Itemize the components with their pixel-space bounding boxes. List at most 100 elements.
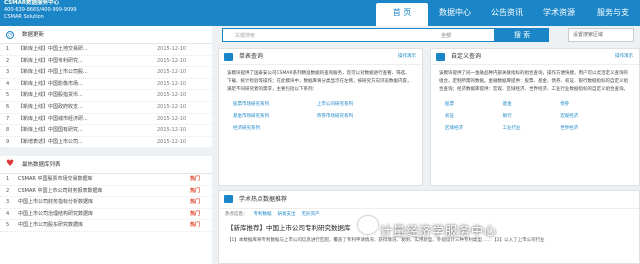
item-date: 2015-12-10 xyxy=(157,138,187,145)
logo-title: CSMAR数据服务中心 xyxy=(4,0,60,6)
wechat-icon xyxy=(358,216,378,234)
item-number: 5 xyxy=(6,92,10,99)
item-number: 1 xyxy=(6,46,10,52)
latest-header: ♥ 最热数据库列表 xyxy=(0,156,212,175)
link-listed-company-series[interactable]: 上市公司研究系列 xyxy=(317,99,401,111)
link-economy-series[interactable]: 经济研究系列 xyxy=(233,123,317,135)
list-item[interactable]: 3 中国上市公司财务指标分析数据库 热门 xyxy=(0,197,212,209)
list-item[interactable]: 1 【新库上线】中国土地交易研... 2015-12-10 xyxy=(0,44,212,56)
nav-academic[interactable]: 学术资源 xyxy=(534,3,584,26)
search-button[interactable]: 搜 索 xyxy=(495,28,549,42)
list-item[interactable]: 7 【新库上线】中国城市经济研... 2015-12-10 xyxy=(0,114,212,126)
item-number: 1 xyxy=(6,176,10,183)
item-date: 2015-12-10 xyxy=(157,80,187,87)
item-title[interactable]: 中国上市公司财务指标分析数据库 xyxy=(18,197,93,209)
link-regional[interactable]: 区域经济 xyxy=(445,123,503,135)
list-item[interactable]: 3 【新库上线】中国上市公司股... 2015-12-10 xyxy=(0,67,212,79)
single-demo-link[interactable]: 操作演示 xyxy=(398,49,416,65)
list-item[interactable]: 5 中国上市公司股东研究数据库 热门 xyxy=(0,220,212,232)
updates-title: 数据更新 xyxy=(22,32,45,38)
item-date: 2015-12-10 xyxy=(157,92,187,99)
hot-tag[interactable]: 专利数据 xyxy=(254,212,272,217)
hot-tag[interactable]: 无形资产 xyxy=(302,212,320,217)
single-query-header: 单表查询 操作演示 xyxy=(219,49,422,65)
item-number: 3 xyxy=(6,69,10,76)
search-scope-select[interactable]: 全部 xyxy=(441,32,451,39)
list-item[interactable]: 6 【新库上线】中国政府收支... 2015-12-10 xyxy=(0,102,212,114)
item-title[interactable]: CSMAR 中国股票市场交易数据库 xyxy=(18,174,92,186)
item-number: 9 xyxy=(6,138,10,145)
link-stock-series[interactable]: 股票市场研究系列 xyxy=(233,99,317,111)
search-input[interactable]: 关键搜索 全部 xyxy=(222,28,495,42)
hot-badge: 热门 xyxy=(190,176,201,183)
left-panel: ◷ 数据更新 1 【新库上线】中国土地交易研... 2015-12-10 2 【新库上… xyxy=(0,26,212,264)
latest-list: 1 CSMAR 中国股票市场交易数据库 热门 2 CSMAR 中国上市公司财务报表数据… xyxy=(0,174,212,232)
list-item[interactable]: 4 中国上市公司治理结构研究数据库 热门 xyxy=(0,209,212,221)
item-title[interactable]: CSMAR 中国上市公司财务报表数据库 xyxy=(18,186,102,198)
custom-demo-link[interactable]: 操作演示 xyxy=(615,49,633,65)
link-industry[interactable]: 工业行业 xyxy=(503,123,561,135)
list-item[interactable]: 5 【新库上线】中国股指货币... 2015-12-10 xyxy=(0,90,212,102)
link-macro[interactable]: 宏观经济 xyxy=(560,111,618,123)
updates-header: ◷ 数据更新 xyxy=(0,26,212,44)
item-date: 2015-12-10 xyxy=(157,127,187,134)
list-item[interactable]: 4 【新库上线】中国影像市场... 2015-12-10 xyxy=(0,79,212,91)
list-item[interactable]: 8 【新库上线】中国国有研究... 2015-12-10 xyxy=(0,125,212,137)
link-world[interactable]: 世界经济 xyxy=(560,123,618,135)
item-title[interactable]: 【新库上线】中国政府收支... xyxy=(18,102,83,114)
nav-service[interactable]: 服务与支 xyxy=(586,3,640,26)
link-bond[interactable]: 债券 xyxy=(560,99,618,111)
item-number: 8 xyxy=(6,127,10,134)
list-item[interactable]: 2 【新库上线】中国专利研究... 2015-12-10 xyxy=(0,56,212,68)
hot-tags: 热点信息： 专利数据 研发支出 无形资产 xyxy=(219,209,639,219)
item-title[interactable]: 中国上市公司治理结构研究数据库 xyxy=(18,209,93,221)
nav-home[interactable]: 首 页 xyxy=(376,3,428,26)
list-item[interactable]: 9 【新增表述】中国上市公司... 2015-12-10 xyxy=(0,137,212,149)
link-fund[interactable]: 基金 xyxy=(503,99,561,111)
updates-list: 1 【新库上线】中国土地交易研... 2015-12-10 2 【新库上线】中国专利研… xyxy=(0,44,212,149)
list-item[interactable]: 2 CSMAR 中国上市公司财务报表数据库 热门 xyxy=(0,186,212,198)
latest-title: 最热数据库列表 xyxy=(22,162,61,169)
nav-data-center[interactable]: 数据中心 xyxy=(430,3,480,26)
search-row: 关键搜索 全部 搜 索 设置搜索区域 xyxy=(218,26,640,44)
item-number: 2 xyxy=(6,57,10,64)
custom-query-title: 自定义查询 xyxy=(451,53,482,60)
item-title[interactable]: 【新库上线】中国影像市场... xyxy=(18,79,83,91)
item-title[interactable]: 【新库上线】中国土地交易研... xyxy=(18,44,88,56)
search-placeholder: 关键搜索 xyxy=(235,33,256,39)
item-title[interactable]: 【新库上线】中国上市公司股... xyxy=(18,67,88,79)
logo-subtitle: CSMAR Solution xyxy=(4,14,44,20)
region-select[interactable]: 设置搜索区域 xyxy=(568,28,634,42)
divider xyxy=(0,148,212,157)
item-number: 4 xyxy=(6,80,10,87)
custom-query-desc: 该模块提供了同一金融品种内部关联指标的组合查询，操作方便快捷，用户可以灵活定义查… xyxy=(439,71,628,92)
logo[interactable]: CSMAR数据服务中心 400-639-8665/400-999-9099 CS… xyxy=(4,0,77,21)
custom-query-header: 自定义查询 操作演示 xyxy=(431,49,639,65)
link-bank[interactable]: 银行 xyxy=(503,111,561,123)
nav-announcements[interactable]: 公告资讯 xyxy=(482,3,532,26)
hot-header: 学术热点数据推荐 xyxy=(219,191,639,209)
top-bar: CSMAR数据服务中心 400-639-8665/400-999-9099 CS… xyxy=(0,0,640,26)
item-title[interactable]: 【新增表述】中国上市公司... xyxy=(18,137,83,149)
hot-label: 热点信息： xyxy=(225,212,248,217)
item-number: 5 xyxy=(6,222,10,229)
item-date: 2015-12-10 xyxy=(157,103,187,110)
custom-query-card: 自定义查询 操作演示 该模块提供了同一金融品种内部关联指标的组合查询，操作方便快… xyxy=(430,48,640,186)
item-title[interactable]: 【新库上线】中国专利研究... xyxy=(18,56,83,68)
item-title[interactable]: 【新库上线】中国城市经济研... xyxy=(18,114,88,126)
item-number: 2 xyxy=(6,187,10,194)
item-title[interactable]: 中国上市公司股东研究数据库 xyxy=(18,220,83,232)
link-fund-series[interactable]: 基金市场研究系列 xyxy=(233,111,317,123)
link-bond-series[interactable]: 债券市场研究系列 xyxy=(317,111,401,123)
item-title[interactable]: 【新库上线】中国股指货币... xyxy=(18,90,83,102)
logo-phone: 400-639-8665/400-999-9099 xyxy=(4,7,77,13)
item-number: 4 xyxy=(6,210,10,217)
clock-icon: ◷ xyxy=(6,31,14,39)
list-item[interactable]: 1 CSMAR 中国股票市场交易数据库 热门 xyxy=(0,174,212,186)
hot-tag[interactable]: 研发支出 xyxy=(278,212,296,217)
item-date: 2015-12-10 xyxy=(157,46,187,52)
link-warrant[interactable]: 权证 xyxy=(445,111,503,123)
item-title[interactable]: 【新库上线】中国国有研究... xyxy=(18,125,83,137)
link-stock[interactable]: 股票 xyxy=(445,99,503,111)
item-number: 6 xyxy=(6,103,10,110)
